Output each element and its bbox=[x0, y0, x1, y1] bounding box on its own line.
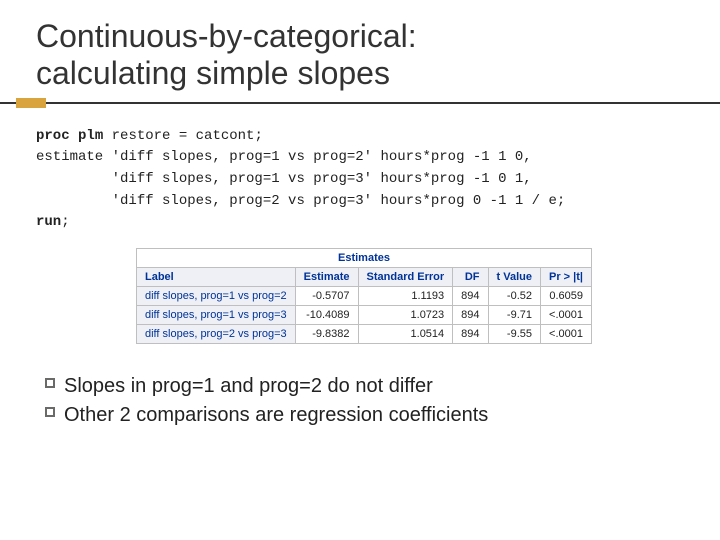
code-block: proc plm restore = catcont; estimate 'di… bbox=[36, 126, 684, 234]
table-caption: Estimates bbox=[137, 249, 592, 268]
cell-stderr: 1.1193 bbox=[358, 287, 453, 306]
col-tvalue: t Value bbox=[488, 268, 540, 287]
cell-label: diff slopes, prog=1 vs prog=2 bbox=[137, 287, 296, 306]
bullet-icon bbox=[36, 401, 64, 417]
table-row: diff slopes, prog=1 vs prog=3 -10.4089 1… bbox=[137, 306, 592, 325]
title-rule bbox=[0, 98, 720, 108]
col-label: Label bbox=[137, 268, 296, 287]
list-item: Other 2 comparisons are regression coeff… bbox=[36, 401, 684, 430]
estimates-table-wrap: Estimates Label Estimate Standard Error … bbox=[136, 248, 684, 344]
cell-df: 894 bbox=[453, 325, 488, 344]
estimates-table: Estimates Label Estimate Standard Error … bbox=[136, 248, 592, 344]
cell-p: <.0001 bbox=[541, 325, 592, 344]
title-line-2: calculating simple slopes bbox=[36, 55, 390, 91]
bullet-icon bbox=[36, 372, 64, 388]
cell-p: <.0001 bbox=[541, 306, 592, 325]
code-line2: estimate 'diff slopes, prog=1 vs prog=2'… bbox=[36, 149, 532, 165]
cell-estimate: -9.8382 bbox=[295, 325, 358, 344]
col-p: Pr > |t| bbox=[541, 268, 592, 287]
slide-title: Continuous-by-categorical: calculating s… bbox=[36, 18, 684, 92]
cell-estimate: -10.4089 bbox=[295, 306, 358, 325]
cell-stderr: 1.0514 bbox=[358, 325, 453, 344]
col-stderr: Standard Error bbox=[358, 268, 453, 287]
bullet-text: Slopes in prog=1 and prog=2 do not diffe… bbox=[64, 372, 684, 401]
cell-tvalue: -9.71 bbox=[488, 306, 540, 325]
cell-label: diff slopes, prog=1 vs prog=3 bbox=[137, 306, 296, 325]
cell-p: 0.6059 bbox=[541, 287, 592, 306]
kw-plm: plm bbox=[78, 128, 103, 144]
kw-proc: proc bbox=[36, 128, 70, 144]
run-semicolon: ; bbox=[61, 214, 69, 230]
code-line3: 'diff slopes, prog=1 vs prog=3' hours*pr… bbox=[36, 171, 532, 187]
cell-stderr: 1.0723 bbox=[358, 306, 453, 325]
code-line4: 'diff slopes, prog=2 vs prog=3' hours*pr… bbox=[36, 193, 565, 209]
cell-tvalue: -0.52 bbox=[488, 287, 540, 306]
table-row: diff slopes, prog=2 vs prog=3 -9.8382 1.… bbox=[137, 325, 592, 344]
table-header-row: Label Estimate Standard Error DF t Value… bbox=[137, 268, 592, 287]
cell-df: 894 bbox=[453, 306, 488, 325]
title-line-1: Continuous-by-categorical: bbox=[36, 18, 417, 54]
kw-run: run bbox=[36, 214, 61, 230]
col-estimate: Estimate bbox=[295, 268, 358, 287]
table-row: diff slopes, prog=1 vs prog=2 -0.5707 1.… bbox=[137, 287, 592, 306]
list-item: Slopes in prog=1 and prog=2 do not diffe… bbox=[36, 372, 684, 401]
cell-estimate: -0.5707 bbox=[295, 287, 358, 306]
cell-label: diff slopes, prog=2 vs prog=3 bbox=[137, 325, 296, 344]
bullet-list: Slopes in prog=1 and prog=2 do not diffe… bbox=[36, 372, 684, 430]
cell-tvalue: -9.55 bbox=[488, 325, 540, 344]
cell-df: 894 bbox=[453, 287, 488, 306]
col-df: DF bbox=[453, 268, 488, 287]
code-line1-rest: restore = catcont; bbox=[103, 128, 263, 144]
bullet-text: Other 2 comparisons are regression coeff… bbox=[64, 401, 684, 430]
